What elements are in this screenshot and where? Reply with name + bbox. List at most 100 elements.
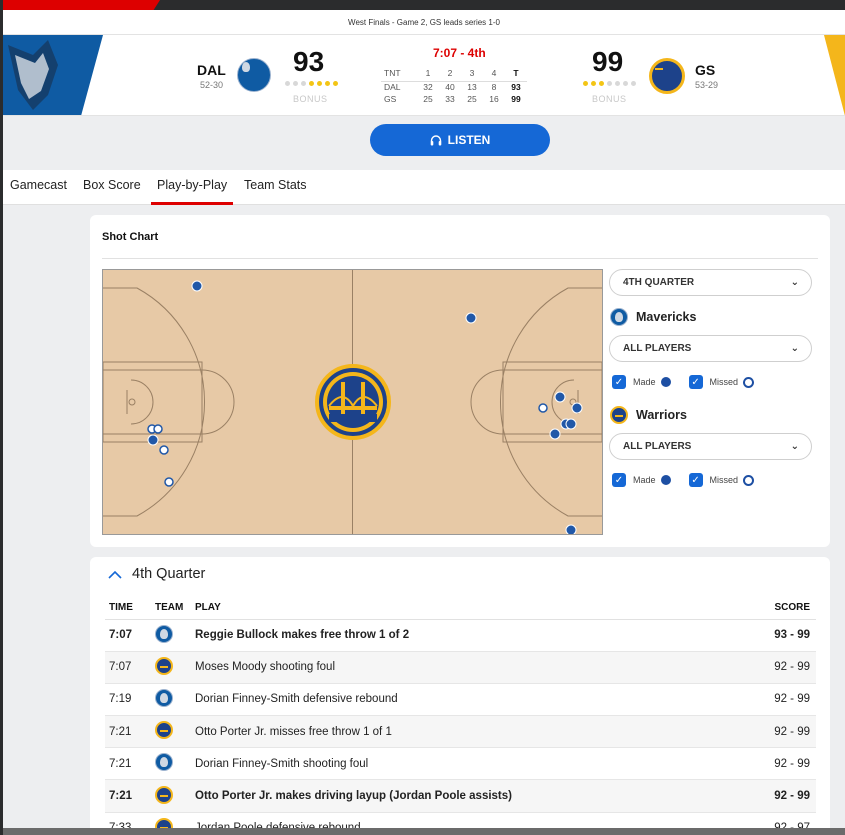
play-team	[155, 779, 195, 813]
made-shot-marker	[565, 418, 577, 430]
made-shot-marker	[571, 402, 583, 414]
play-score: 92 - 99	[736, 651, 816, 684]
play-description: Dorian Finney-Smith shooting foul	[195, 747, 736, 781]
headphones-icon	[430, 134, 441, 145]
play-time: 7:19	[105, 683, 155, 717]
period-header: 3	[461, 65, 483, 82]
column-header-score: SCORE	[736, 597, 816, 620]
play-time: 7:21	[105, 747, 155, 781]
listen-button[interactable]: LISTEN	[370, 124, 550, 156]
divider	[102, 258, 818, 259]
away-timeouts	[285, 81, 338, 86]
play-team	[155, 747, 195, 781]
period-header: 1	[417, 65, 439, 82]
quarter-title: 4th Quarter	[132, 566, 206, 582]
period-header: 4	[483, 65, 505, 82]
shot-chart-title: Shot Chart	[102, 231, 159, 243]
made-checkbox[interactable]: ✓	[612, 375, 626, 389]
linescore: TNT 1 2 3 4 T DAL 32 40 13 8 93 GS 25 33…	[381, 65, 527, 105]
play-team	[155, 715, 195, 749]
linescore-cell: 25	[467, 94, 477, 104]
play-team	[155, 651, 195, 684]
timeout-dot	[325, 81, 330, 86]
mavericks-shot-legend: ✓ Made ✓ Missed	[612, 375, 755, 389]
mavericks-player-select[interactable]: ALL PLAYERS ⌄	[609, 335, 812, 362]
game-tabs: Gamecast Box Score Play-by-Play Team Sta…	[3, 170, 845, 205]
play-description: Dorian Finney-Smith defensive rebound	[195, 683, 736, 717]
linescore-cell: 33	[445, 94, 455, 104]
horizontal-scrollbar[interactable]	[3, 828, 845, 835]
tab-play-by-play[interactable]: Play-by-Play	[150, 178, 234, 205]
away-team-abbr[interactable]: DAL	[197, 62, 226, 78]
made-shot-marker	[147, 434, 159, 446]
tab-team-stats[interactable]: Team Stats	[244, 178, 307, 192]
made-shot-marker	[554, 391, 566, 403]
period-header: 2	[439, 65, 461, 82]
made-label: Made	[633, 377, 656, 387]
chevron-down-icon: ⌄	[790, 441, 799, 452]
made-checkbox[interactable]: ✓	[612, 473, 626, 487]
column-header-time: TIME	[105, 597, 155, 620]
missed-checkbox[interactable]: ✓	[688, 473, 703, 487]
away-bonus: BONUS	[293, 94, 328, 104]
timeout-dot	[301, 81, 306, 86]
game-clock: 7:07 - 4th	[433, 46, 486, 60]
play-row: 7:21 Otto Porter Jr. makes driving layup …	[105, 779, 816, 813]
series-note: West Finals - Game 2, GS leads series 1-…	[3, 10, 845, 35]
away-team-record: 52-30	[200, 80, 224, 90]
missed-dot-icon	[743, 376, 755, 388]
timeout-dot	[599, 81, 604, 86]
timeout-dot	[615, 81, 620, 86]
quarter-collapse-toggle[interactable]: 4th Quarter	[108, 566, 205, 582]
quarter-select[interactable]: 4TH QUARTER ⌄	[609, 269, 812, 296]
play-time: 7:07	[105, 651, 155, 684]
play-description: Moses Moody shooting foul	[195, 651, 736, 684]
mavericks-logo-icon	[610, 308, 628, 326]
home-team-abbr[interactable]: GS	[695, 62, 715, 78]
linescore-team: GS	[384, 94, 397, 104]
tab-gamecast[interactable]: Gamecast	[10, 178, 67, 192]
mavericks-filter-label: Mavericks	[636, 310, 697, 324]
play-row: 7:21 Dorian Finney-Smith shooting foul 92 …	[105, 747, 816, 781]
linescore-cell: 13	[467, 82, 477, 93]
dal-team-banner	[3, 35, 103, 115]
missed-label: Missed	[709, 475, 739, 485]
column-header-team: TEAM	[155, 597, 195, 620]
play-score: 92 - 99	[736, 779, 816, 813]
warriors-player-select[interactable]: ALL PLAYERS ⌄	[609, 433, 812, 460]
play-team	[155, 619, 195, 652]
timeout-dot	[623, 81, 628, 86]
play-row: 7:07 Moses Moody shooting foul 92 - 99	[105, 651, 816, 684]
player-select-value: ALL PLAYERS	[623, 343, 692, 354]
scoreboard: DAL 52-30 93 BONUS 7:07 - 4th TNT 1 2 3 …	[3, 35, 845, 116]
play-row: 7:07 Reggie Bullock makes free throw 1 of…	[105, 619, 816, 652]
tab-box-score[interactable]: Box Score	[83, 178, 141, 192]
missed-shot-marker	[538, 403, 548, 413]
warriors-logo-icon	[155, 785, 173, 804]
made-dot-icon	[660, 377, 671, 387]
play-score: 92 - 99	[736, 683, 816, 717]
made-shot-marker	[565, 524, 577, 534]
brand-stripe	[0, 0, 160, 10]
play-description: Otto Porter Jr. misses free throw 1 of 1	[195, 715, 736, 749]
made-shot-marker	[191, 280, 203, 292]
play-score: 92 - 99	[736, 747, 816, 781]
made-shot-marker	[549, 428, 561, 440]
linescore-total: 99	[511, 94, 521, 104]
linescore-cell: 40	[445, 82, 455, 93]
mavericks-logo-icon[interactable]	[237, 58, 271, 97]
linescore-total: 93	[511, 82, 521, 93]
made-shot-marker	[465, 312, 477, 324]
missed-shot-marker	[164, 477, 174, 487]
gs-team-banner	[824, 35, 845, 115]
timeout-dot	[591, 81, 596, 86]
timeout-dot	[583, 81, 588, 86]
missed-checkbox[interactable]: ✓	[688, 375, 703, 389]
warriors-shot-legend: ✓ Made ✓ Missed	[612, 473, 755, 487]
total-header: T	[505, 65, 527, 82]
timeout-dot	[309, 81, 314, 86]
warriors-logo-icon[interactable]	[649, 58, 685, 99]
play-time: 7:21	[105, 779, 155, 813]
warriors-logo-icon	[155, 721, 173, 740]
play-row: 7:19 Dorian Finney-Smith defensive reboun…	[105, 683, 816, 717]
